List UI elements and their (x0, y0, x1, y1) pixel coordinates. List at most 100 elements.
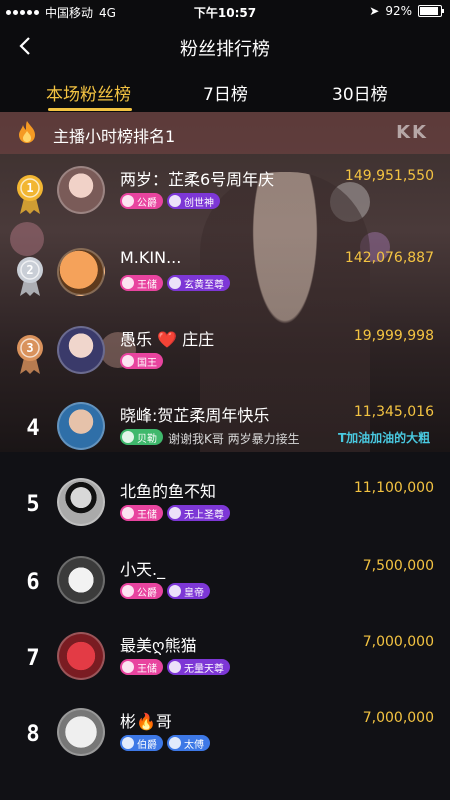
ranking-row[interactable]: 7 最美ღ熊猫 7,000,000 王储 无量天尊 (0, 624, 450, 704)
user-badges: 伯爵 太傅 (120, 735, 210, 751)
badge-icon (169, 661, 181, 673)
rank-badge: 国王 (120, 353, 163, 369)
user-badges: 王储 无量天尊 (120, 659, 230, 675)
contribution-score: 142,076,887 (344, 250, 434, 266)
badge-icon (122, 737, 134, 749)
flame-icon (19, 121, 35, 143)
tab-7-day[interactable]: 7日榜 (203, 80, 248, 105)
banner-text: 主播小时榜排名1 (53, 127, 176, 146)
badge-label: 王储 (137, 509, 157, 521)
user-name: 小天._ (120, 560, 166, 579)
rank-number: 6 (26, 570, 40, 595)
active-tab-indicator (48, 108, 132, 111)
rank-badge: 玄黄至尊 (167, 275, 230, 291)
contribution-score: 7,500,000 (362, 558, 434, 574)
badge-label: 无量天尊 (184, 663, 224, 675)
user-name: 北鱼的鱼不知 (120, 482, 217, 501)
ranking-row[interactable]: 3 愚乐 ❤️ 庄庄 19,999,998 国王 (0, 318, 450, 398)
user-name: 彬🔥哥 (120, 712, 172, 731)
user-name: 晓峰:贺芷柔周年快乐 (120, 406, 270, 425)
hourly-rank-banner: 主播小时榜排名1 KK (0, 112, 450, 154)
contribution-score: 7,000,000 (362, 634, 434, 650)
badge-icon (169, 737, 181, 749)
badge-icon (169, 277, 181, 289)
tab-bar: 本场粉丝榜 7日榜 30日榜 (0, 70, 450, 112)
avatar[interactable] (57, 556, 105, 604)
badge-label: 皇帝 (184, 587, 204, 599)
rank-badge: 王储 (120, 275, 163, 291)
rank-number: 7 (26, 646, 40, 671)
badge-label: 无上圣尊 (184, 509, 224, 521)
battery-percent: 92% (385, 4, 412, 18)
contribution-score: 7,000,000 (362, 710, 434, 726)
user-badges: 王储 无上圣尊 (120, 505, 230, 521)
contribution-score: 149,951,550 (344, 168, 434, 184)
badge-label: 公爵 (137, 587, 157, 599)
avatar[interactable] (57, 248, 105, 296)
badge-icon (169, 507, 181, 519)
rank-badge: 公爵 (120, 583, 163, 599)
user-badges: 王储 玄黄至尊 (120, 275, 230, 291)
ranking-row[interactable]: 5 北鱼的鱼不知 11,100,000 王储 无上圣尊 (0, 470, 450, 550)
badge-label: 太傅 (184, 739, 204, 751)
ranking-row[interactable]: 1 两岁：芷柔6号周年庆 149,951,550 公爵 创世神 (0, 158, 450, 238)
user-name: M.KIN... (120, 248, 182, 267)
user-name: 两岁：芷柔6号周年庆 (120, 170, 275, 189)
battery-icon (418, 5, 444, 17)
user-badges: 公爵 皇帝 (120, 583, 210, 599)
rank-number: 2 (26, 263, 34, 277)
nav-bar: 粉丝排行榜 (0, 24, 450, 70)
badge-icon (122, 195, 134, 207)
badge-icon (169, 195, 181, 207)
rank-number: 3 (26, 341, 34, 355)
rank-badge: 无量天尊 (167, 659, 230, 675)
rank-badge: 王储 (120, 659, 163, 675)
badge-icon (122, 507, 134, 519)
badge-label: 公爵 (137, 197, 157, 209)
badge-label: 王储 (137, 279, 157, 291)
rank-badge: 公爵 (120, 193, 163, 209)
badge-label: 伯爵 (137, 739, 157, 751)
rank-badge: 创世神 (167, 193, 220, 209)
caption-left: 谢谢我K哥 两岁暴力接生 (168, 432, 300, 446)
avatar[interactable] (57, 166, 105, 214)
tab-current-fans[interactable]: 本场粉丝榜 (46, 80, 131, 105)
badge-label: 王储 (137, 663, 157, 675)
rank-badge: 伯爵 (120, 735, 163, 751)
badge-icon (122, 585, 134, 597)
badge-icon (122, 661, 134, 673)
caption-right: T加油加油的大粗 (338, 431, 431, 445)
ranking-row[interactable]: 6 小天._ 7,500,000 公爵 皇帝 (0, 548, 450, 628)
user-badges: 公爵 创世神 (120, 193, 220, 209)
badge-icon (122, 355, 134, 367)
page-title: 粉丝排行榜 (180, 39, 270, 60)
user-badges: 国王 (120, 353, 163, 369)
contribution-score: 11,345,016 (353, 404, 434, 420)
status-bar: 中国移动 4G 下午10:57 ➤ 92% (0, 0, 450, 24)
tab-30-day[interactable]: 30日榜 (332, 80, 388, 105)
avatar[interactable] (57, 708, 105, 756)
contribution-score: 19,999,998 (353, 328, 434, 344)
rank-number: 5 (26, 492, 40, 517)
avatar[interactable] (57, 632, 105, 680)
badge-label: 创世神 (184, 197, 214, 209)
rank-number: 1 (26, 181, 34, 195)
badge-label: 玄黄至尊 (184, 279, 224, 291)
badge-icon (122, 277, 134, 289)
stream-caption: 谢谢我K哥 两岁暴力接生 T加油加油的大粗 (0, 428, 450, 450)
rank-badge: 皇帝 (167, 583, 210, 599)
ranking-row[interactable]: 8 彬🔥哥 7,000,000 伯爵 太傅 (0, 700, 450, 780)
avatar[interactable] (57, 478, 105, 526)
badge-icon (169, 585, 181, 597)
ranking-row[interactable]: 2 M.KIN... 142,076,887 王储 玄黄至尊 (0, 240, 450, 320)
user-name: 愚乐 ❤️ 庄庄 (120, 330, 215, 349)
rank-badge: 无上圣尊 (167, 505, 230, 521)
contribution-score: 11,100,000 (353, 480, 434, 496)
rank-badge: 太傅 (167, 735, 210, 751)
rank-number: 8 (26, 722, 40, 747)
avatar[interactable] (57, 326, 105, 374)
location-icon: ➤ (369, 4, 380, 18)
kk-watermark: KK (396, 122, 428, 143)
badge-label: 国王 (137, 357, 157, 369)
rank-badge: 王储 (120, 505, 163, 521)
